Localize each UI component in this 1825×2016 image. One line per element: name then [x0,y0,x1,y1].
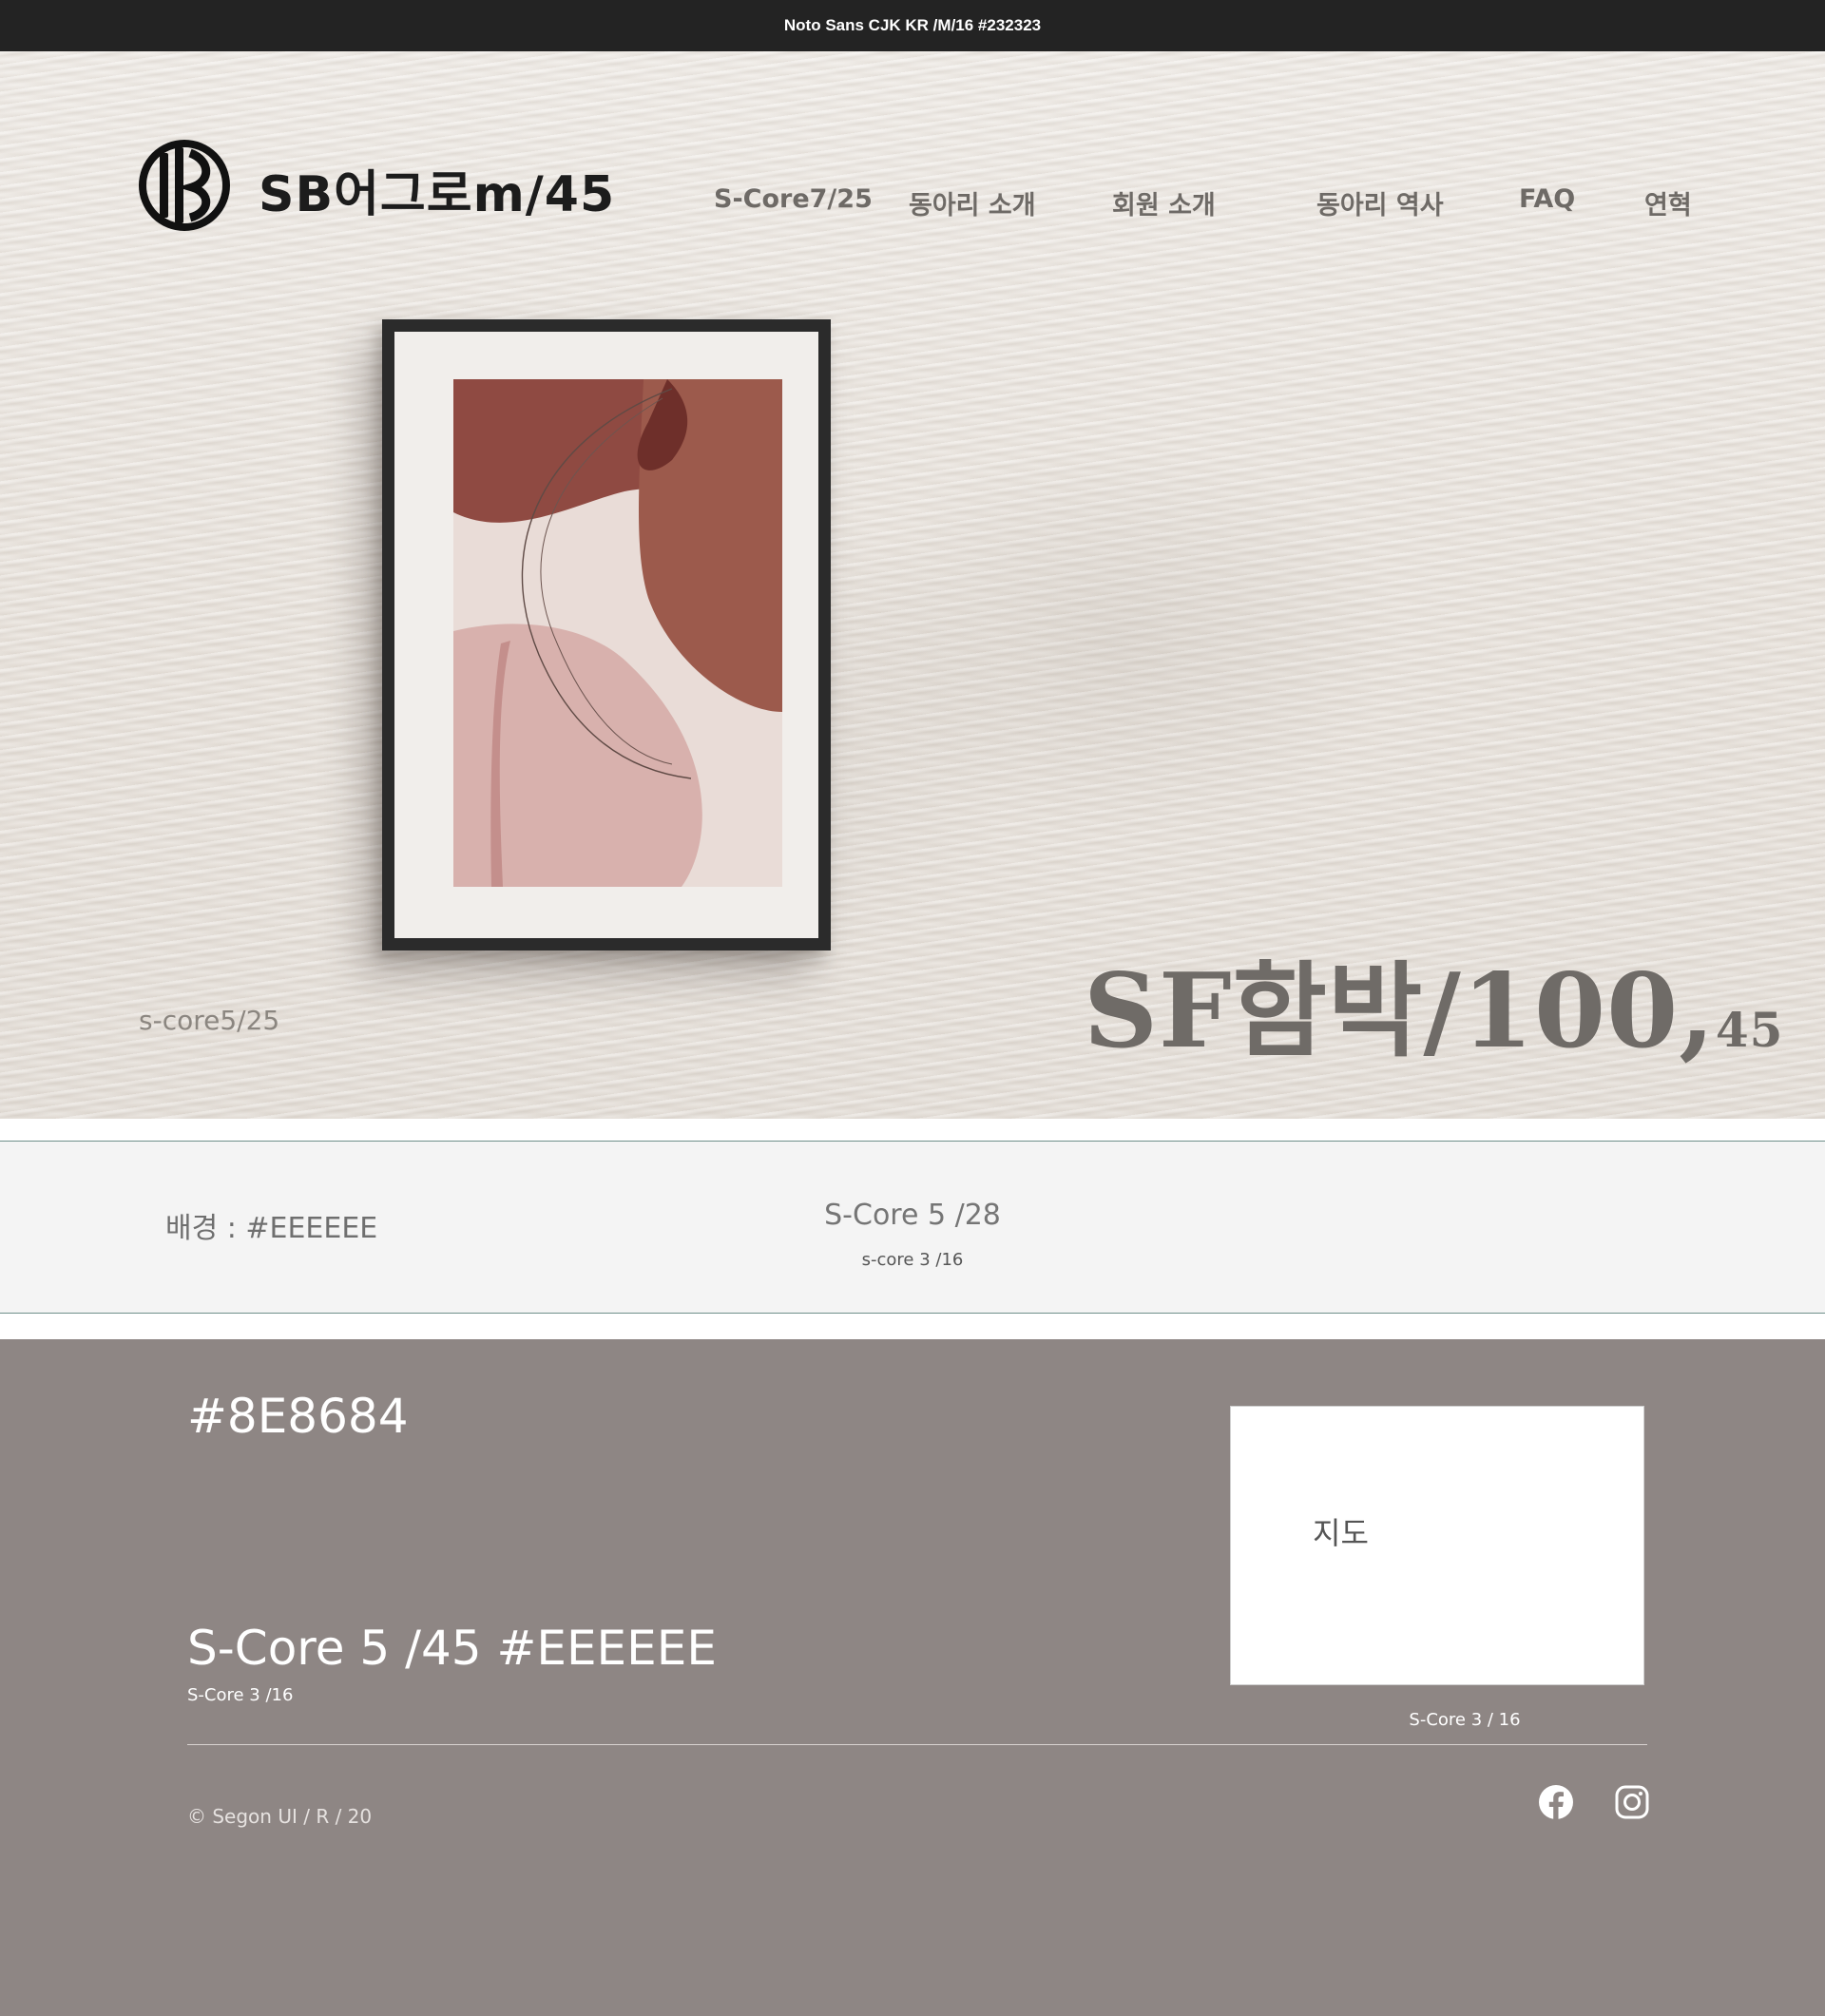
band-title: S-Core 5 /28 [824,1199,1001,1232]
map-caption: S-Core 3 / 16 [1409,1710,1521,1730]
abstract-art-image [453,379,782,887]
hero-section: SB어그로m/45 S-Core7/25 동아리 소개 회원 소개 동아리 역사… [0,51,1825,1119]
footer-subtext: S-Core 3 /16 [187,1685,294,1705]
facebook-icon[interactable] [1538,1784,1574,1820]
hero-title: SF함박/100,45 [1084,929,1783,1077]
instagram-icon[interactable] [1614,1784,1650,1820]
logo-icon[interactable] [139,140,230,231]
top-info-bar: Noto Sans CJK KR /M/16 #232323 [0,0,1825,51]
nav-item-member-intro[interactable]: 회원 소개 [1112,184,1216,221]
hero-title-size: 45 [1715,1002,1784,1058]
hero-caption: s-core5/25 [139,1005,280,1036]
top-info-text: Noto Sans CJK KR /M/16 #232323 [783,16,1042,34]
nav-item-faq[interactable]: FAQ [1519,184,1575,214]
framed-artwork [382,319,831,950]
site-logo-text[interactable]: SB어그로m/45 [259,154,615,225]
map-label: 지도 [1313,1515,1369,1551]
nav-item-club-intro[interactable]: 동아리 소개 [909,184,1036,221]
map-placeholder[interactable]: 지도 [1230,1406,1644,1685]
footer: #8E8684 S-Core 5 /45 #EEEEEE S-Core 3 /1… [0,1339,1825,2016]
nav-item-s-core[interactable]: S-Core7/25 [714,184,873,214]
info-band: 배경 : #EEEEEE S-Core 5 /28 s-core 3 /16 [0,1141,1825,1314]
nav-item-club-history[interactable]: 동아리 역사 [1316,184,1444,221]
copyright-text: © Segon UI / R / 20 [187,1805,373,1828]
footer-divider [187,1744,1647,1745]
hero-title-main: SF함박/100, [1084,951,1716,1071]
nav-item-timeline[interactable]: 연혁 [1644,184,1692,221]
band-subtitle: s-core 3 /16 [861,1250,964,1270]
frame-mat [394,332,818,938]
footer-color-title: #8E8684 [187,1389,409,1444]
footer-heading: S-Core 5 /45 #EEEEEE [187,1621,717,1676]
